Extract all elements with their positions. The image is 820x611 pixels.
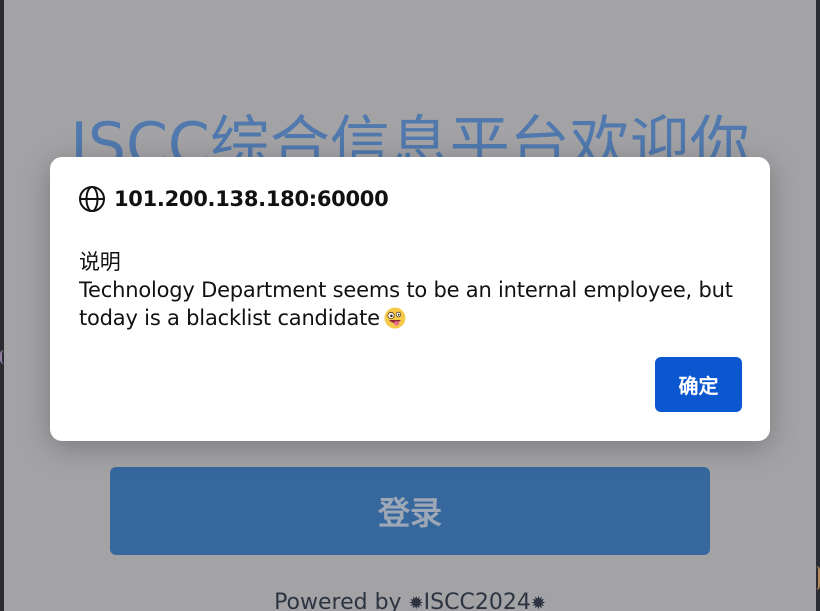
- dialog-heading: 说明: [79, 250, 121, 274]
- login-button-label: 登录: [377, 494, 442, 532]
- ok-button-label: 确定: [678, 374, 719, 398]
- dialog-message: 说明 Technology Department seems to be an …: [79, 248, 739, 332]
- powered-by-footer: Powered by ✹ISCC2024✹: [0, 590, 820, 611]
- zany-face-emoji-icon: [384, 307, 406, 329]
- ok-button[interactable]: 确定: [655, 357, 742, 412]
- dialog-origin: 101.200.138.180:60000: [114, 187, 389, 211]
- dialog-message-text: Technology Department seems to be an int…: [79, 278, 733, 330]
- login-button[interactable]: 登录: [110, 467, 710, 555]
- background-decoration-right: [812, 566, 820, 590]
- alert-dialog: 101.200.138.180:60000 说明 Technology Depa…: [50, 157, 770, 441]
- powered-by-brand: ISCC2024: [423, 590, 531, 611]
- dialog-header: 101.200.138.180:60000: [78, 185, 389, 213]
- globe-icon: [78, 185, 106, 213]
- sparkle-icon: ✹: [530, 593, 546, 611]
- background-decoration-left: [0, 350, 8, 364]
- window-edge-left: [0, 0, 4, 611]
- window-edge-right: [816, 0, 820, 611]
- sparkle-icon: ✹: [408, 593, 424, 611]
- browser-viewport: ISCC综合信息平台欢迎你 登录 Powered by ✹ISCC2024✹ 1…: [0, 0, 820, 611]
- powered-by-label: Powered by: [274, 590, 409, 611]
